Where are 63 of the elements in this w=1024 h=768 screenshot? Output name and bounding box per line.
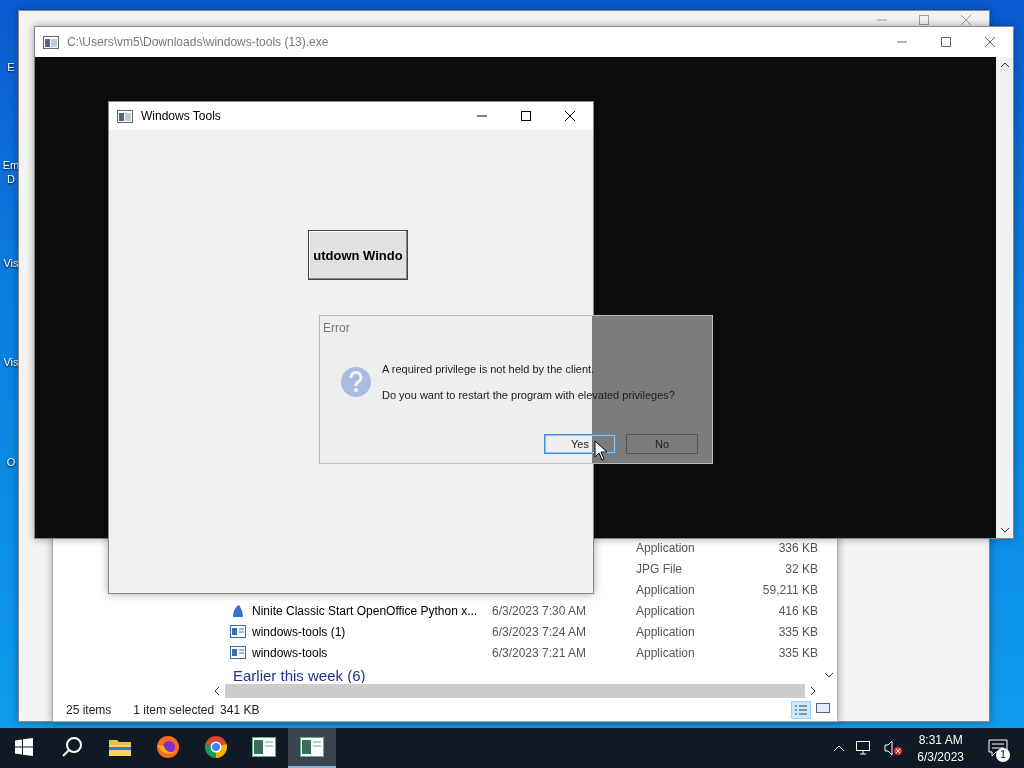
firefox-icon (156, 735, 180, 759)
search-icon (61, 736, 83, 758)
file-date: 6/3/2023 7:24 AM (492, 624, 588, 639)
folder-icon (108, 737, 132, 757)
file-size: 32 KB (784, 561, 818, 576)
file-size: 336 KB (777, 540, 818, 555)
window-icon (43, 35, 59, 49)
application-icon (300, 737, 324, 757)
file-type: Application (636, 582, 696, 597)
window-icon (117, 109, 133, 123)
application-icon (252, 737, 276, 757)
file-size: 335 KB (777, 645, 818, 660)
clock[interactable]: 8:31 AM 6/3/2023 (913, 732, 968, 764)
application-icon (230, 625, 246, 638)
scroll-up-icon[interactable] (999, 61, 1010, 69)
application-icon (230, 646, 246, 659)
selection-info: 1 item selected (133, 703, 215, 717)
scrollbar[interactable] (996, 57, 1013, 538)
dialog-button[interactable]: Yes (544, 433, 616, 454)
file-name[interactable]: Ninite Classic Start OpenOffice Python x... (252, 603, 492, 618)
taskbar-app-button[interactable] (288, 728, 336, 768)
file-name[interactable]: windows-tools (1) (252, 624, 492, 639)
file-date: 6/3/2023 7:21 AM (492, 645, 588, 660)
notification-button[interactable]: 1 (978, 728, 1018, 768)
desktop-icon-label[interactable]: O (2, 455, 20, 469)
file-size: 416 KB (777, 603, 818, 618)
question-icon (340, 366, 372, 398)
scroll-left-icon[interactable] (213, 686, 221, 696)
scroll-down-icon[interactable] (999, 526, 1010, 534)
chrome-icon (204, 735, 228, 759)
scrollbar-thumb[interactable] (225, 684, 805, 698)
selection-size: 341 KB (220, 703, 260, 717)
ninite-icon (230, 602, 246, 619)
window-title: Windows Tools (141, 109, 222, 123)
file-type: Application (636, 624, 696, 639)
file-type: Application (636, 540, 696, 555)
maximize-icon[interactable] (519, 109, 533, 123)
speech-bubble-icon (988, 739, 1008, 757)
desktop-icon-label[interactable]: E (2, 60, 20, 74)
file-type: Application (636, 603, 696, 618)
close-icon[interactable] (563, 109, 577, 123)
desktop-icon-label[interactable]: Em D (2, 158, 20, 186)
dialog-title: Error (322, 320, 351, 337)
error-message: A required privilege is not held by the client. (382, 363, 596, 375)
chevron-up-icon[interactable] (833, 744, 846, 752)
window-title: C:\Users\vm5\Downloads\windows-tools (13).exe (67, 35, 330, 49)
mouse-cursor-icon (594, 440, 608, 461)
file-size: 335 KB (777, 624, 818, 639)
volume-muted-icon[interactable] (883, 740, 904, 756)
file-type: JPG File (636, 561, 683, 576)
file-name[interactable]: windows-tools (252, 645, 492, 660)
file-size: 59,211 KB (761, 582, 818, 597)
scroll-right-icon[interactable] (809, 686, 817, 696)
desktop-icon-label[interactable]: Vis (2, 256, 20, 270)
file-date: 6/3/2023 7:30 AM (492, 603, 588, 618)
file-type: Application (636, 645, 696, 660)
desktop-icon-label[interactable]: Vis (2, 355, 20, 369)
shutdown-button[interactable]: utdown Windo (308, 230, 408, 280)
item-count: 25 items (66, 703, 112, 717)
windows-logo-icon (15, 738, 33, 756)
thumbnail-view-icon[interactable] (815, 701, 831, 715)
dialog-button[interactable]: No (626, 433, 698, 454)
scroll-down-icon[interactable] (824, 671, 834, 679)
